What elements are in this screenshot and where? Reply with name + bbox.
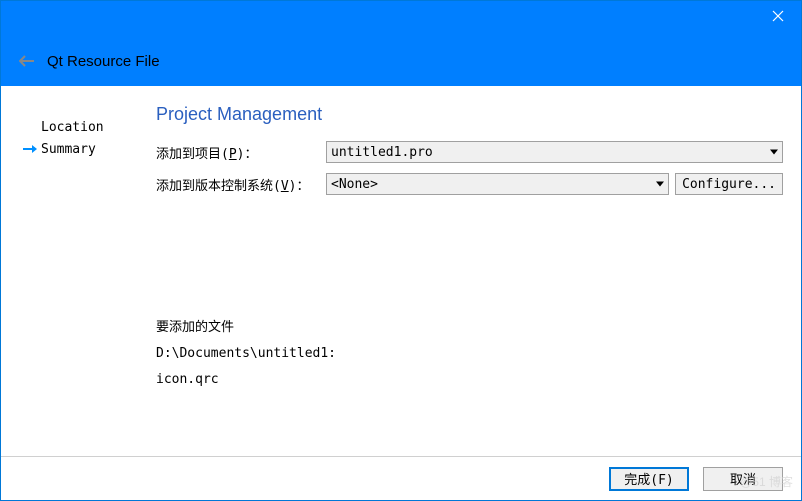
vcs-row: 添加到版本控制系统(V)： <None> Configure... bbox=[156, 173, 783, 195]
files-heading: 要添加的文件 bbox=[156, 315, 783, 341]
arrow-left-icon bbox=[19, 55, 35, 67]
project-label: 添加到项目(P)： bbox=[156, 143, 326, 162]
wizard-sidebar: Location Summary bbox=[1, 86, 156, 456]
finish-button[interactable]: 完成(F) bbox=[609, 467, 689, 491]
chevron-down-icon bbox=[770, 145, 778, 160]
back-button[interactable] bbox=[19, 55, 35, 67]
vcs-label: 添加到版本控制系统(V)： bbox=[156, 175, 326, 194]
files-to-add: 要添加的文件 D:\Documents\untitled1: icon.qrc bbox=[156, 315, 783, 393]
project-row: 添加到项目(P)： untitled1.pro bbox=[156, 141, 783, 163]
configure-button[interactable]: Configure... bbox=[675, 173, 783, 195]
sidebar-item-location[interactable]: Location bbox=[23, 116, 156, 138]
project-select-value: untitled1.pro bbox=[331, 145, 433, 160]
files-list-item: icon.qrc bbox=[156, 367, 783, 393]
project-select[interactable]: untitled1.pro bbox=[326, 141, 783, 163]
main-panel: Project Management 添加到项目(P)： untitled1.p… bbox=[156, 86, 801, 456]
sidebar-item-label: Location bbox=[41, 120, 104, 135]
close-button[interactable] bbox=[755, 1, 801, 31]
sidebar-item-label: Summary bbox=[41, 142, 96, 157]
current-step-indicator bbox=[23, 144, 41, 154]
sidebar-item-summary[interactable]: Summary bbox=[23, 138, 156, 160]
close-icon bbox=[772, 10, 784, 22]
arrow-right-icon bbox=[23, 144, 37, 154]
wizard-footer: 完成(F) 取消 bbox=[1, 456, 801, 500]
titlebar bbox=[1, 1, 801, 36]
files-path: D:\Documents\untitled1: bbox=[156, 341, 783, 367]
chevron-down-icon bbox=[656, 177, 664, 192]
page-title: Project Management bbox=[156, 104, 783, 125]
vcs-select[interactable]: <None> bbox=[326, 173, 669, 195]
wizard-header: Qt Resource File bbox=[1, 36, 801, 86]
wizard-title: Qt Resource File bbox=[47, 53, 160, 70]
cancel-button[interactable]: 取消 bbox=[703, 467, 783, 491]
vcs-select-value: <None> bbox=[331, 177, 378, 192]
